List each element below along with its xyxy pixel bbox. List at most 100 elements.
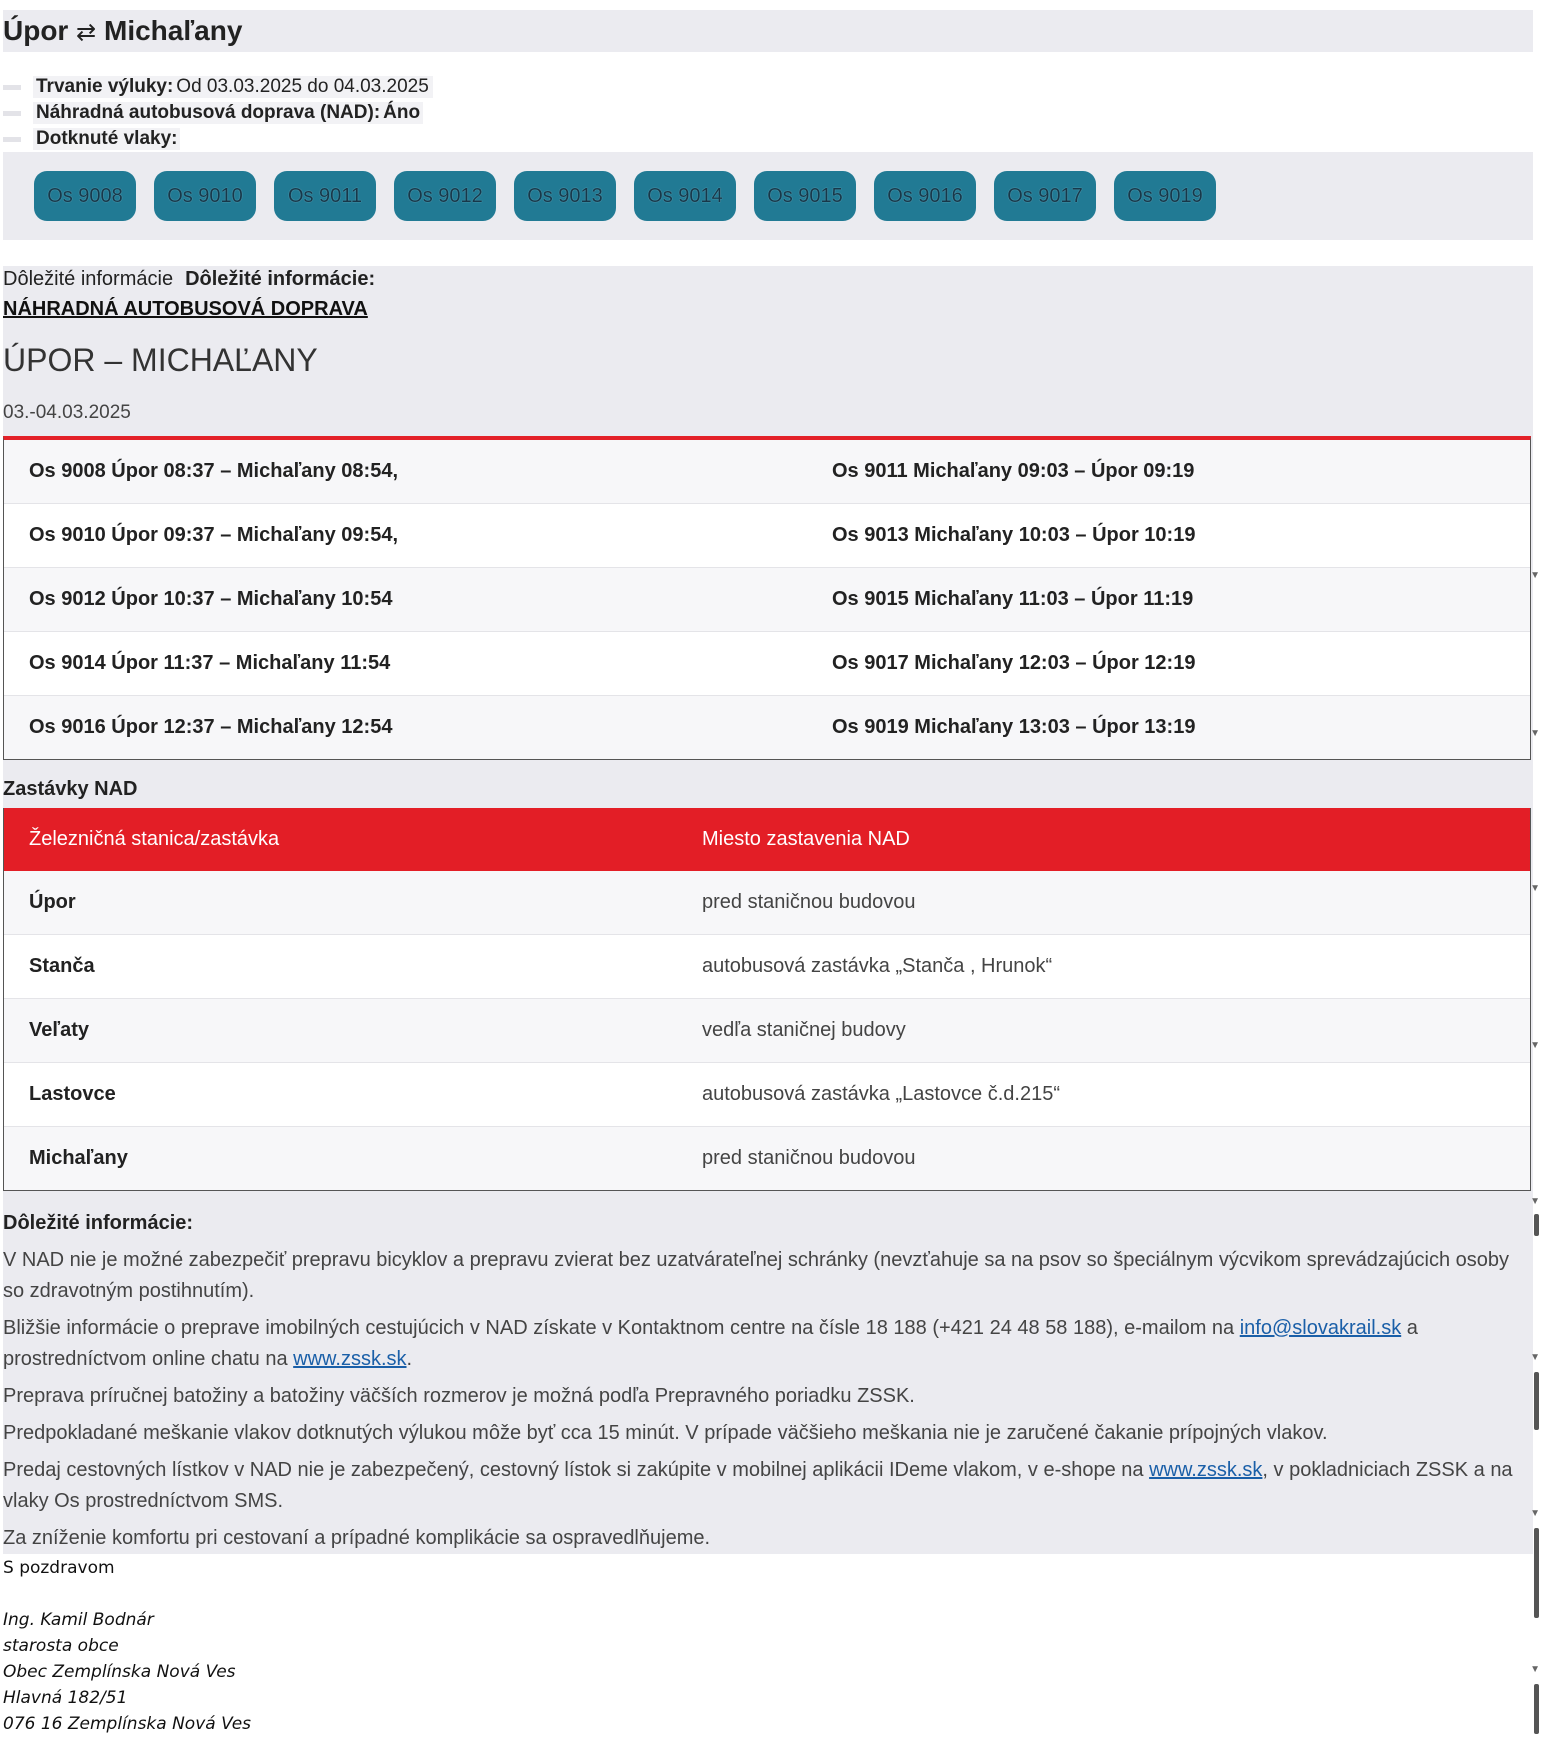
title-bar: Úpor ⇄ Michaľany (3, 10, 1533, 52)
return-train: Os 9015 Michaľany 11:03 – Úpor 11:19 (832, 588, 1194, 610)
affected-trains: Os 9008 Os 9010 Os 9011 Os 9012 Os 9013 … (3, 152, 1533, 240)
notes-section: Dôležité informácie: V NAD nie je možné … (3, 1208, 1523, 1560)
note-contact-text: Bližšie informácie o preprave imobilných… (3, 1317, 1240, 1339)
return-train: Os 9013 Michaľany 10:03 – Úpor 10:19 (832, 524, 1196, 546)
signature-block: S pozdravom Ing. Kamil Bodnár starosta o… (3, 1555, 251, 1737)
column-header-station: Železničná stanica/zastávka (29, 828, 280, 850)
duration-label: Trvanie výluky: (33, 76, 177, 98)
signer-street: Hlavná 182/51 (3, 1688, 128, 1708)
table-row: Stanča autobusová zastávka „Stanča , Hru… (4, 935, 1530, 999)
station-name: Veľaty (29, 1019, 89, 1041)
nad-label: Náhradná autobusová doprava (NAD): (33, 102, 384, 124)
table-row: Michaľany pred staničnou budovou (4, 1127, 1530, 1190)
note-luggage: Preprava príručnej batožiny a batožiny v… (3, 1385, 915, 1407)
route-to: Michaľany (104, 15, 243, 46)
train-button-os-9016[interactable]: Os 9016 (874, 171, 976, 221)
trains-row: Dotknuté vlaky: (3, 126, 603, 152)
scrollbar-thumb[interactable] (1534, 1684, 1539, 1734)
scrollbar-track[interactable]: ▼ ▼ ▼ ▼ ▼ ▼ ▼ ▼ (1530, 0, 1542, 1739)
scroll-down-icon[interactable]: ▼ (1530, 883, 1540, 894)
table-row: Os 9008 Úpor 08:37 – Michaľany 08:54, Os… (4, 440, 1530, 504)
train-button-os-9011[interactable]: Os 9011 (274, 171, 376, 221)
info-heading-bold: Dôležité informácie: (185, 267, 376, 290)
outbound-train: Os 9014 Úpor 11:37 – Michaľany 11:54 (29, 652, 391, 674)
station-name: Michaľany (29, 1147, 128, 1169)
table-row: Os 9014 Úpor 11:37 – Michaľany 11:54 Os … (4, 632, 1530, 696)
table-row: Os 9010 Úpor 09:37 – Michaľany 09:54, Os… (4, 504, 1530, 568)
signer-role: starosta obce (3, 1636, 119, 1656)
scrollbar-thumb[interactable] (1534, 1528, 1539, 1618)
train-button-os-9013[interactable]: Os 9013 (514, 171, 616, 221)
note-bicycles: V NAD nie je možné zabezpečiť prepravu b… (3, 1249, 1509, 1302)
table-row: Os 9012 Úpor 10:37 – Michaľany 10:54 Os … (4, 568, 1530, 632)
important-info-panel: Dôležité informácie Dôležité informácie:… (3, 266, 1533, 1554)
eshop-link[interactable]: www.zssk.sk (1149, 1459, 1262, 1481)
greeting: S pozdravom (3, 1558, 115, 1578)
note-apology: Za zníženie komfortu pri cestovaní a prí… (3, 1527, 711, 1549)
stop-place: vedľa staničnej budovy (702, 1019, 906, 1041)
bullet-dash (3, 110, 21, 116)
signer-org: Obec Zemplínska Nová Ves (3, 1662, 236, 1682)
note-delay: Predpokladané meškanie vlakov dotknutých… (3, 1422, 1328, 1444)
closure-dates: 03.-04.03.2025 (3, 402, 131, 423)
table-row: Úpor pred staničnou budovou (4, 871, 1530, 935)
scroll-down-icon[interactable]: ▼ (1530, 1352, 1540, 1363)
note-contact: Bližšie informácie o preprave imobilných… (3, 1313, 1523, 1375)
scroll-down-icon[interactable]: ▼ (1530, 1040, 1540, 1051)
stop-place: autobusová zastávka „Stanča , Hrunok“ (702, 955, 1053, 977)
outbound-train: Os 9010 Úpor 09:37 – Michaľany 09:54, (29, 524, 399, 546)
return-train: Os 9017 Michaľany 12:03 – Úpor 12:19 (832, 652, 1196, 674)
outbound-train: Os 9016 Úpor 12:37 – Michaľany 12:54 (29, 716, 393, 738)
stop-place: pred staničnou budovou (702, 1147, 916, 1169)
train-button-os-9008[interactable]: Os 9008 (34, 171, 136, 221)
page-title: Úpor ⇄ Michaľany (3, 15, 242, 47)
nad-title: NÁHRADNÁ AUTOBUSOVÁ DOPRAVA (3, 298, 368, 320)
train-button-os-9019[interactable]: Os 9019 (1114, 171, 1216, 221)
note-tickets: Predaj cestovných lístkov v NAD nie je z… (3, 1455, 1523, 1517)
outbound-train: Os 9008 Úpor 08:37 – Michaľany 08:54, (29, 460, 399, 482)
return-train: Os 9011 Michaľany 09:03 – Úpor 09:19 (832, 460, 1195, 482)
stops-table: Železničná stanica/zastávka Miesto zasta… (3, 808, 1531, 1191)
outbound-train: Os 9012 Úpor 10:37 – Michaľany 10:54 (29, 588, 393, 610)
stops-title: Zastávky NAD (3, 778, 138, 800)
signer-name: Ing. Kamil Bodnár (3, 1610, 154, 1630)
route-heading: ÚPOR – MICHAĽANY (3, 342, 318, 378)
station-name: Lastovce (29, 1083, 116, 1105)
table-row: Veľaty vedľa staničnej budovy (4, 999, 1530, 1063)
stop-place: autobusová zastávka „Lastovce č.d.215“ (702, 1083, 1060, 1105)
trains-label: Dotknuté vlaky: (33, 128, 181, 150)
note-contact-end: . (406, 1348, 413, 1370)
website-link[interactable]: www.zssk.sk (293, 1348, 406, 1370)
nad-row: Náhradná autobusová doprava (NAD): Áno (3, 100, 603, 126)
scroll-down-icon[interactable]: ▼ (1530, 570, 1540, 581)
scroll-down-icon[interactable]: ▼ (1530, 1196, 1540, 1207)
email-link[interactable]: info@slovakrail.sk (1240, 1317, 1401, 1339)
station-name: Stanča (29, 955, 95, 977)
route-from: Úpor (3, 15, 69, 46)
train-button-os-9017[interactable]: Os 9017 (994, 171, 1096, 221)
return-train: Os 9019 Michaľany 13:03 – Úpor 13:19 (832, 716, 1196, 738)
train-button-os-9014[interactable]: Os 9014 (634, 171, 736, 221)
scrollbar-thumb[interactable] (1534, 1214, 1539, 1236)
stops-table-header: Železničná stanica/zastávka Miesto zasta… (4, 808, 1530, 871)
nad-value: Áno (383, 102, 424, 124)
info-heading: Dôležité informácie Dôležité informácie: (3, 266, 375, 292)
bullet-dash (3, 136, 21, 142)
notes-heading: Dôležité informácie: (3, 1212, 194, 1234)
duration-row: Trvanie výluky: Od 03.03.2025 do 04.03.2… (3, 74, 603, 100)
table-row: Lastovce autobusová zastávka „Lastovce č… (4, 1063, 1530, 1127)
train-button-os-9010[interactable]: Os 9010 (154, 171, 256, 221)
info-heading-plain: Dôležité informácie (3, 267, 174, 290)
table-row: Os 9016 Úpor 12:37 – Michaľany 12:54 Os … (4, 696, 1530, 759)
swap-icon: ⇄ (76, 19, 97, 46)
scroll-down-icon[interactable]: ▼ (1530, 728, 1540, 739)
scrollbar-thumb[interactable] (1534, 1372, 1539, 1430)
scroll-down-icon[interactable]: ▼ (1530, 1508, 1540, 1519)
train-button-list: Os 9008 Os 9010 Os 9011 Os 9012 Os 9013 … (34, 171, 1216, 221)
train-button-os-9012[interactable]: Os 9012 (394, 171, 496, 221)
note-tickets-text: Predaj cestovných lístkov v NAD nie je z… (3, 1459, 1150, 1481)
scroll-down-icon[interactable]: ▼ (1530, 1664, 1540, 1675)
train-button-os-9015[interactable]: Os 9015 (754, 171, 856, 221)
closure-meta: Trvanie výluky: Od 03.03.2025 do 04.03.2… (3, 74, 603, 152)
